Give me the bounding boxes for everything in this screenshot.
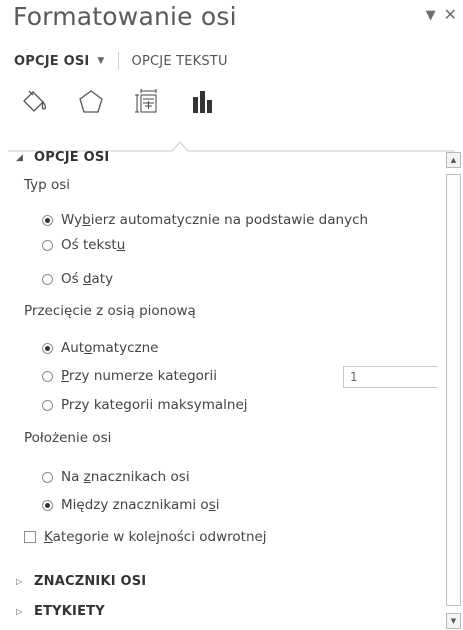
axis-options-chart-icon[interactable] (182, 84, 224, 120)
effects-pentagon-icon[interactable] (70, 84, 112, 120)
scroll-up-button[interactable]: ▲ (446, 152, 461, 168)
pane-options-dropdown[interactable]: ▼ (426, 9, 436, 22)
radio-cross-auto[interactable]: Automatyczne (42, 340, 158, 356)
options-pane: ◢ OPCJE OSI Typ osi Wybierz automatyczni… (8, 150, 438, 630)
radio-indicator (42, 370, 53, 382)
collapse-triangle-icon: ◢ (16, 152, 24, 163)
radio-axis-auto[interactable]: Wybierz automatycznie na podstawie danyc… (42, 212, 368, 228)
radio-pos-on-ticks[interactable]: Na znacznikach osi (42, 469, 190, 485)
section-axis-options-label: OPCJE OSI (34, 150, 110, 165)
close-icon[interactable]: ✕ (444, 7, 457, 23)
expand-triangle-icon: ▷ (16, 577, 23, 586)
radio-axis-text[interactable]: Oś tekstu (42, 237, 125, 253)
radio-indicator (42, 399, 53, 411)
tab-text-options[interactable]: OPCJE TEKSTU (132, 54, 228, 69)
radio-indicator (42, 214, 53, 226)
scroll-thumb[interactable] (446, 174, 461, 606)
size-properties-icon[interactable] (126, 84, 168, 120)
radio-pos-on-ticks-label: Na znacznikach osi (61, 469, 190, 485)
radio-indicator (42, 471, 53, 483)
radio-pos-between-ticks[interactable]: Między znacznikami osi (42, 497, 220, 513)
option-tabs: OPCJE OSI ▼ OPCJE TEKSTU (14, 50, 228, 72)
radio-axis-text-label: Oś tekstu (61, 237, 126, 253)
radio-cross-category-number[interactable]: Przy numerze kategorii (42, 368, 217, 384)
radio-cross-max-category-label: Przy kategorii maksymalnej (61, 397, 248, 413)
checkbox-reverse-order[interactable]: Kategorie w kolejności odwrotnej (24, 529, 267, 545)
section-axis-options-header[interactable]: ◢ OPCJE OSI (16, 150, 109, 165)
radio-cross-auto-label: Automatyczne (61, 340, 159, 356)
section-tick-marks-header[interactable]: ▷ ZNACZNIKI OSI (16, 574, 146, 589)
radio-indicator (42, 499, 53, 511)
radio-axis-auto-label: Wybierz automatycznie na podstawie danyc… (61, 212, 369, 228)
category-icon-row (14, 84, 224, 124)
fill-line-icon[interactable] (14, 84, 56, 120)
axis-type-label: Typ osi (24, 177, 71, 193)
checkbox-reverse-order-label: Kategorie w kolejności odwrotnej (44, 529, 267, 545)
chevron-down-icon: ▼ (97, 56, 105, 66)
tab-axis-options[interactable]: OPCJE OSI ▼ (14, 54, 105, 69)
section-labels-header[interactable]: ▷ ETYKIETY (16, 604, 105, 619)
section-tick-marks-label: ZNACZNIKI OSI (34, 574, 147, 589)
radio-cross-max-category[interactable]: Przy kategorii maksymalnej (42, 397, 248, 413)
radio-axis-date[interactable]: Oś daty (42, 271, 113, 287)
tab-text-options-label: OPCJE TEKSTU (131, 53, 228, 69)
position-label: Położenie osi (24, 430, 112, 446)
radio-indicator (42, 273, 53, 285)
scroll-down-button[interactable]: ▼ (446, 613, 461, 629)
radio-pos-between-ticks-label: Między znacznikami osi (61, 497, 220, 513)
radio-axis-date-label: Oś daty (61, 271, 114, 287)
radio-indicator (42, 342, 53, 354)
checkbox-indicator (24, 531, 36, 543)
section-labels-label: ETYKIETY (34, 604, 105, 619)
category-number-input[interactable]: 1 (343, 366, 438, 388)
radio-cross-category-number-label: Przy numerze kategorii (61, 368, 217, 384)
vertical-scrollbar[interactable]: ▲ ▼ (446, 152, 461, 630)
pane-title: Formatowanie osi (13, 2, 237, 31)
radio-indicator (42, 239, 53, 251)
title-controls: ▼ ✕ (426, 2, 457, 28)
expand-triangle-icon: ▷ (16, 607, 23, 616)
tab-axis-options-label: OPCJE OSI (14, 53, 90, 69)
crossing-label: Przecięcie z osią pionową (24, 303, 196, 319)
tab-separator (117, 52, 119, 70)
